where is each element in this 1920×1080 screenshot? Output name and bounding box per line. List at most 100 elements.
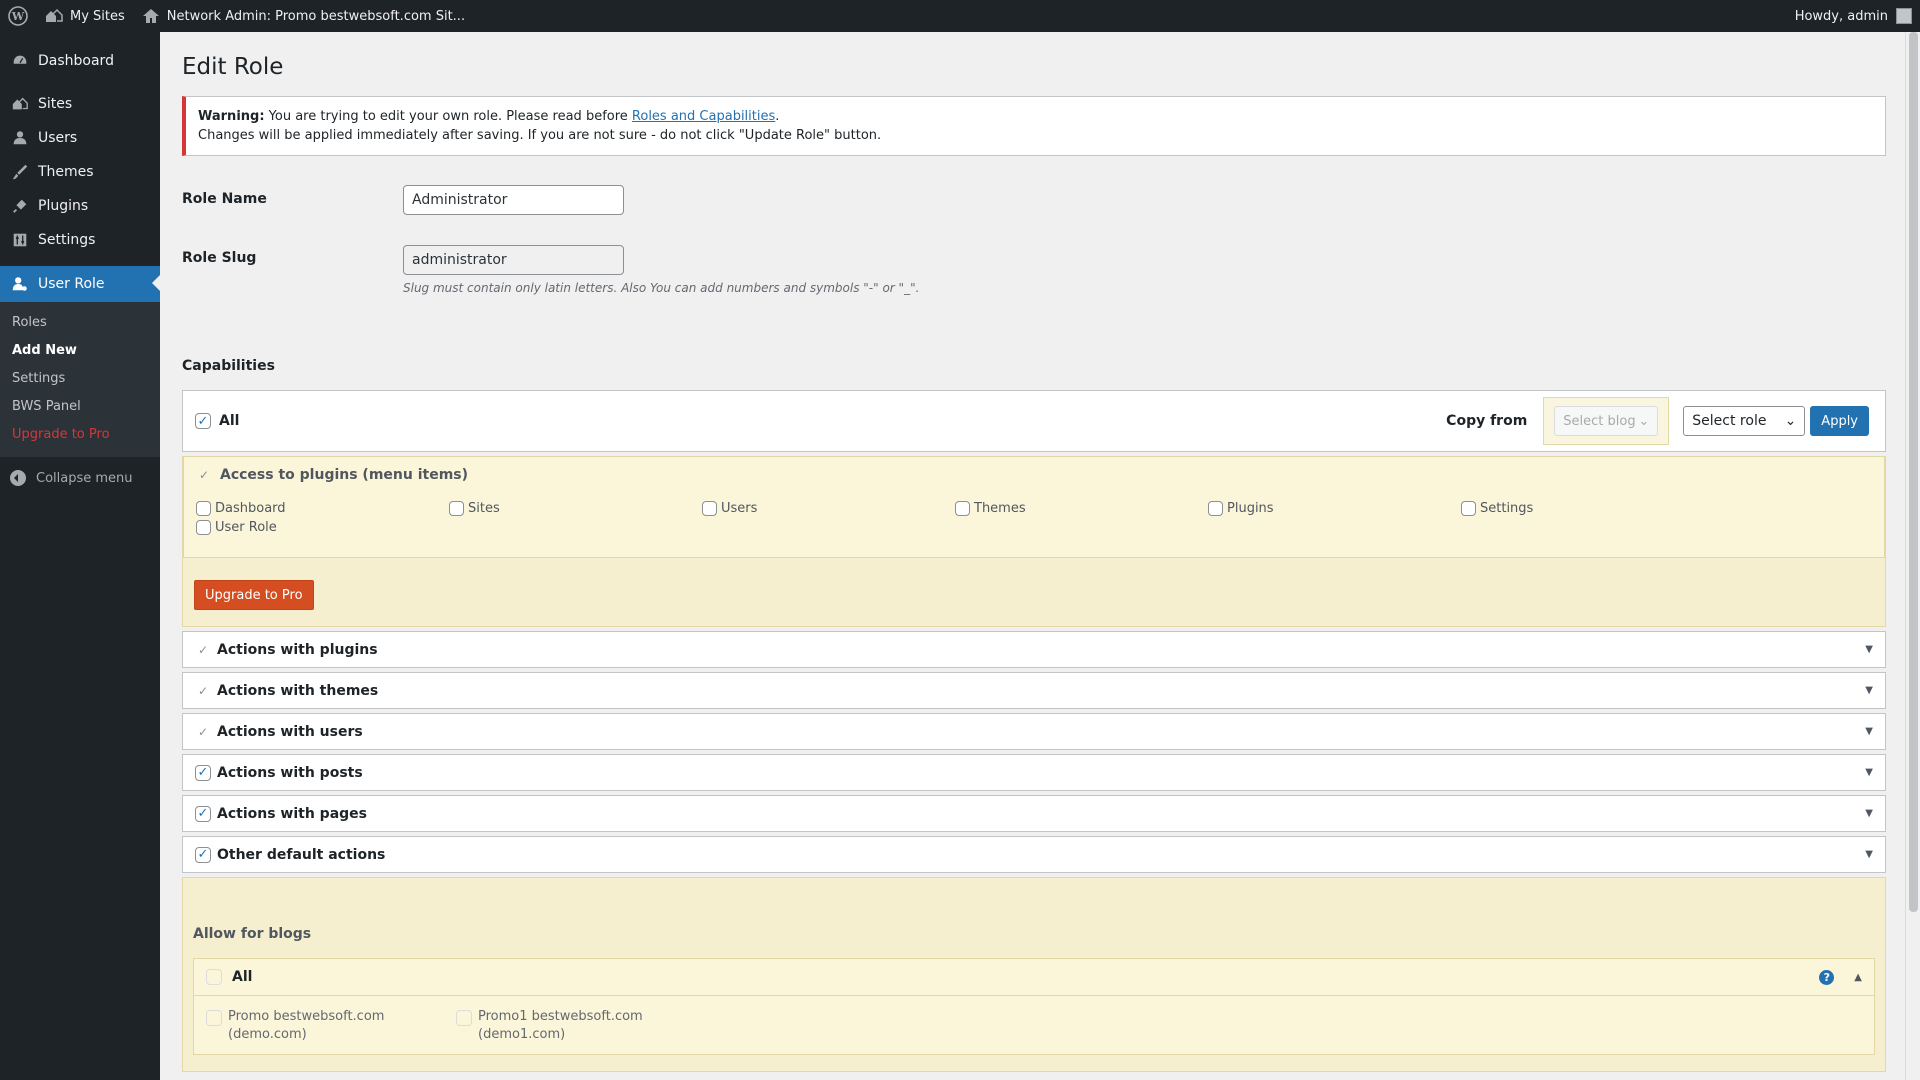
role-slug-row: Role Slug administrator Slug must contai… (182, 245, 1886, 295)
blogs-all-header: All ? ▲ (193, 958, 1875, 996)
blog-item[interactable]: Promo1 bestwebsoft.com (demo1.com) (456, 1008, 706, 1044)
warning-label: Warning: (198, 109, 265, 124)
plugin-item-plugins[interactable]: Plugins (1208, 501, 1461, 516)
accordion-actions-posts[interactable]: Actions with posts ▼ (182, 754, 1886, 791)
accordion-other-default-actions[interactable]: Other default actions ▼ (182, 836, 1886, 873)
plugin-item-label: Plugins (1227, 501, 1274, 516)
warning-line2: Changes will be applied immediately afte… (198, 128, 882, 143)
submenu-settings[interactable]: Settings (0, 365, 160, 393)
checkbox[interactable] (196, 501, 211, 516)
scrollbar-thumb[interactable] (1909, 32, 1918, 912)
accordion-checkbox[interactable] (195, 764, 211, 781)
checkbox[interactable] (449, 501, 464, 516)
menu-user-role[interactable]: User Role (0, 266, 160, 302)
submenu-roles[interactable]: Roles (0, 309, 160, 337)
plugin-item-themes[interactable]: Themes (955, 501, 1208, 516)
accordion-label: Actions with pages (217, 805, 368, 822)
menu-settings[interactable]: Settings (0, 223, 160, 257)
network-admin-link[interactable]: Network Admin: Promo bestwebsoft.com Sit… (133, 0, 473, 32)
menu-users[interactable]: Users (0, 121, 160, 155)
role-name-label: Role Name (182, 191, 267, 207)
howdy-label: Howdy, admin (1794, 8, 1888, 24)
plugins-access-checkbox (196, 467, 212, 483)
menu-plugins[interactable]: Plugins (0, 189, 160, 223)
collapse-icon (10, 470, 26, 486)
admin-menu: Dashboard Sites Users Themes Plugins Set… (0, 32, 160, 1080)
menu-dashboard[interactable]: Dashboard (0, 44, 160, 78)
accordion-checkbox[interactable] (195, 683, 211, 699)
triangle-down-icon: ▼ (1865, 767, 1873, 778)
page-scrollbar[interactable] (1905, 32, 1920, 1080)
accordion-checkbox[interactable] (195, 805, 211, 822)
collapse-menu-button[interactable]: Collapse menu (0, 461, 160, 495)
checkbox[interactable] (955, 501, 970, 516)
select-blog-dropdown[interactable]: Select blog ⌄ (1554, 406, 1659, 436)
triangle-down-icon: ▼ (1865, 808, 1873, 819)
apply-button[interactable]: Apply (1810, 406, 1869, 436)
help-icon[interactable]: ? (1819, 969, 1835, 985)
plugin-item-dashboard[interactable]: Dashboard (196, 501, 449, 516)
accordion-checkbox[interactable] (195, 642, 211, 658)
accordion-checkbox[interactable] (195, 846, 211, 863)
blog-item[interactable]: Promo bestwebsoft.com (demo.com) (206, 1008, 456, 1044)
blog-name: Promo1 bestwebsoft.com (478, 1009, 643, 1024)
all-checkbox[interactable] (195, 413, 211, 429)
triangle-down-icon: ▼ (1865, 685, 1873, 696)
select-blog-label: Select blog (1563, 413, 1636, 429)
network-admin-label: Network Admin: Promo bestwebsoft.com Sit… (166, 8, 466, 24)
menu-separator (0, 78, 160, 87)
plugin-item-label: Users (721, 501, 758, 516)
plugin-item-sites[interactable]: Sites (449, 501, 702, 516)
accordion-actions-pages[interactable]: Actions with pages ▼ (182, 795, 1886, 832)
my-sites-link[interactable]: My Sites (36, 0, 133, 32)
wordpress-logo-icon[interactable]: W (0, 0, 36, 32)
blogs-list: Promo bestwebsoft.com (demo.com) Promo1 … (193, 996, 1875, 1055)
menu-sites[interactable]: Sites (0, 87, 160, 121)
accordion-actions-themes[interactable]: Actions with themes ▼ (182, 672, 1886, 709)
checkbox[interactable] (1461, 501, 1476, 516)
accordion-actions-users[interactable]: Actions with users ▼ (182, 713, 1886, 750)
all-capabilities-toggle[interactable]: All (195, 413, 239, 429)
plugin-item-settings[interactable]: Settings (1461, 501, 1714, 516)
pro-capabilities-area: Access to plugins (menu items) Dashboard… (182, 456, 1886, 627)
triangle-up-icon[interactable]: ▲ (1854, 972, 1862, 983)
roles-capabilities-link[interactable]: Roles and Capabilities (632, 109, 775, 124)
plugin-item-user-role[interactable]: User Role (196, 520, 449, 535)
brush-icon (10, 162, 30, 182)
admin-bar: W My Sites Network Admin: Promo bestwebs… (0, 0, 1920, 32)
blogs-all-checkbox[interactable] (206, 969, 222, 985)
blog-checkbox[interactable] (456, 1010, 472, 1026)
account-menu[interactable]: Howdy, admin (1787, 0, 1920, 32)
accordion-label: Actions with posts (217, 764, 363, 781)
accordion-label: Actions with users (217, 723, 363, 740)
menu-themes[interactable]: Themes (0, 155, 160, 189)
blog-name: Promo bestwebsoft.com (228, 1009, 385, 1024)
svg-text:W: W (11, 10, 25, 23)
select-role-dropdown[interactable]: Select role ⌄ (1683, 406, 1806, 436)
checkbox[interactable] (196, 520, 211, 535)
accordion-checkbox[interactable] (195, 724, 211, 740)
main-content: Edit Role Warning: You are trying to edi… (182, 32, 1886, 1072)
accordion-actions-plugins[interactable]: Actions with plugins ▼ (182, 631, 1886, 668)
accordion-label: Actions with themes (217, 682, 379, 699)
dashboard-icon (10, 51, 30, 71)
copy-from-group: Copy from Select blog ⌄ Select role ⌄ Ap… (1446, 397, 1869, 445)
plugin-icon (10, 196, 30, 216)
warning-notice: Warning: You are trying to edit your own… (182, 96, 1886, 156)
checkbox[interactable] (702, 501, 717, 516)
plugin-item-label: Sites (468, 501, 500, 516)
submenu-add-new[interactable]: Add New (0, 337, 160, 365)
chevron-down-icon: ⌄ (1784, 413, 1797, 429)
upgrade-to-pro-button[interactable]: Upgrade to Pro (194, 580, 314, 610)
role-slug-input[interactable]: administrator (403, 245, 624, 275)
warning-text: You are trying to edit your own role. Pl… (264, 109, 632, 124)
home-icon (142, 9, 159, 23)
submenu-upgrade-to-pro[interactable]: Upgrade to Pro (0, 421, 160, 449)
checkbox[interactable] (1208, 501, 1223, 516)
plugin-item-users[interactable]: Users (702, 501, 955, 516)
blog-checkbox[interactable] (206, 1010, 222, 1026)
accordion-label: Other default actions (217, 846, 386, 863)
triangle-down-icon: ▼ (1865, 644, 1873, 655)
role-name-input[interactable]: Administrator (403, 185, 624, 215)
submenu-bws-panel[interactable]: BWS Panel (0, 393, 160, 421)
